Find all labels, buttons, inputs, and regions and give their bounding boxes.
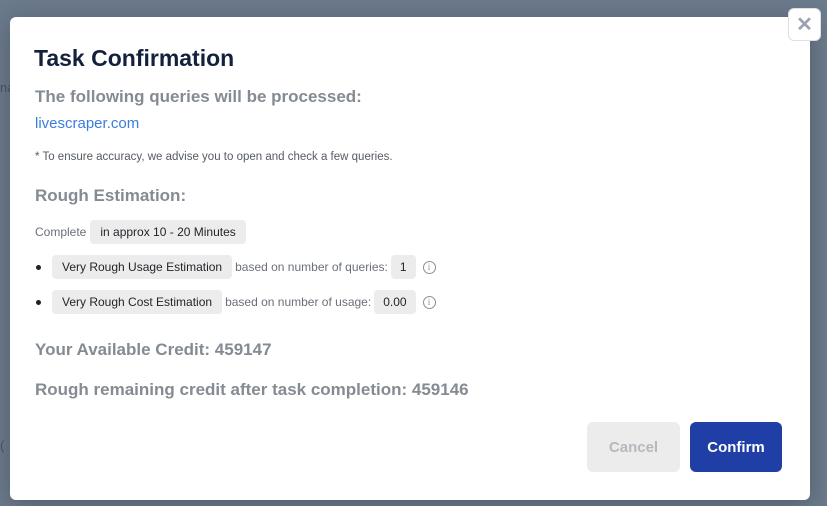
- usage-estimation-row: Very Rough Usage Estimation based on num…: [35, 255, 436, 279]
- bullet: [36, 264, 41, 270]
- backdrop-fragment: (: [0, 438, 5, 453]
- usage-value-badge: 1: [390, 255, 416, 279]
- confirm-button[interactable]: Confirm: [690, 422, 782, 472]
- cost-basis-label: based on number of usage:: [225, 295, 372, 309]
- dialog-title: Task Confirmation: [34, 45, 235, 71]
- usage-basis-label: based on number of queries:: [235, 260, 388, 274]
- close-icon[interactable]: ✕: [788, 8, 821, 41]
- accuracy-note: * To ensure accuracy, we advise you to o…: [35, 151, 393, 163]
- bullet: [36, 299, 41, 305]
- info-icon[interactable]: i: [422, 295, 436, 309]
- query-link[interactable]: livescraper.com: [35, 115, 139, 132]
- cost-value-badge: 0.00: [374, 290, 416, 314]
- cost-estimation-row: Very Rough Cost Estimation based on numb…: [35, 290, 436, 314]
- rough-estimation-heading: Rough Estimation:: [35, 186, 187, 205]
- task-confirmation-dialog: Task Confirmation The following queries …: [10, 17, 810, 500]
- cost-estimation-badge: Very Rough Cost Estimation: [52, 290, 223, 314]
- cancel-button[interactable]: Cancel: [587, 422, 680, 472]
- complete-label: Complete: [35, 225, 87, 239]
- completion-row: Complete in approx 10 - 20 Minutes: [35, 220, 246, 244]
- queries-heading: The following queries will be processed:: [35, 87, 362, 106]
- completion-time-badge: in approx 10 - 20 Minutes: [90, 220, 246, 244]
- info-icon[interactable]: i: [422, 260, 436, 274]
- remaining-credit: Rough remaining credit after task comple…: [35, 380, 469, 399]
- available-credit: Your Available Credit: 459147: [35, 340, 272, 359]
- usage-estimation-badge: Very Rough Usage Estimation: [52, 255, 233, 279]
